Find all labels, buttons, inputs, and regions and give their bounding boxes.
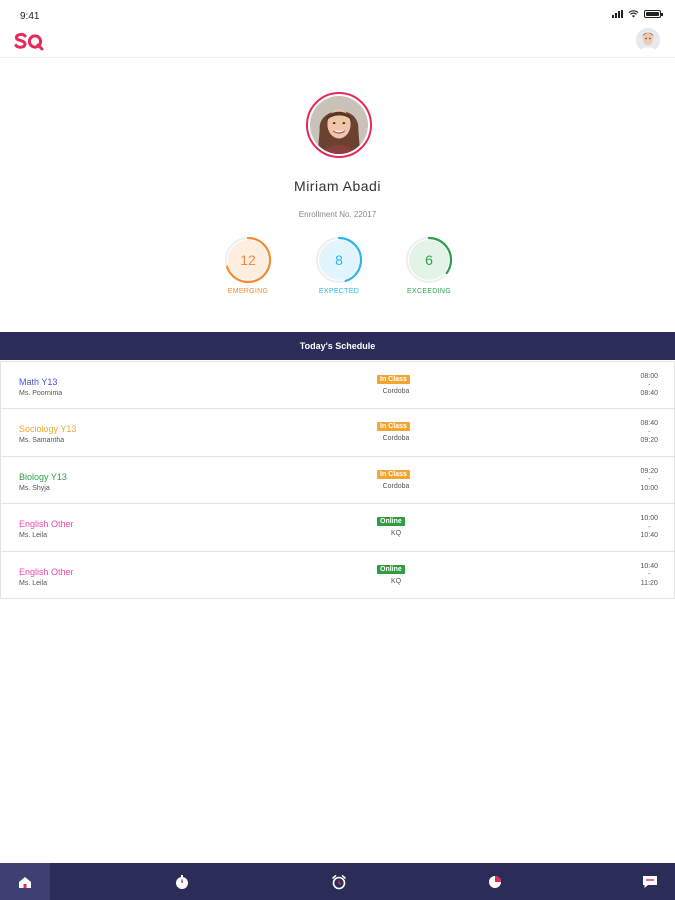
time-separator: - — [648, 523, 651, 531]
tab-home[interactable] — [0, 863, 50, 900]
time-separator: - — [648, 428, 651, 436]
end-time: 10:00 — [640, 484, 658, 492]
mode-badge: Online — [377, 517, 405, 527]
location: Cordoba — [382, 482, 410, 490]
stat-value: 8 — [335, 252, 343, 268]
stat-ring: 8 — [315, 236, 363, 284]
end-time: 11:20 — [640, 579, 658, 587]
stat-expected[interactable]: 8 EXPECTED — [294, 236, 384, 295]
teacher-name: Ms. Leila — [19, 579, 48, 587]
stat-value: 6 — [425, 252, 433, 268]
start-time: 08:00 — [640, 373, 658, 380]
start-time: 09:20 — [640, 467, 658, 475]
time-separator: - — [648, 571, 651, 579]
tab-bar — [0, 863, 675, 900]
time-range: 08:40 - 09:20 — [640, 420, 658, 446]
user-avatar-icon[interactable] — [636, 28, 660, 52]
sq-logo-icon[interactable] — [13, 30, 47, 52]
location: KQ — [390, 530, 402, 538]
subject-name: Sociology Y13 — [19, 424, 77, 435]
time-range: 08:00 - 08:40 — [640, 373, 658, 399]
stopwatch-icon — [176, 874, 188, 889]
schedule-row[interactable]: Biology Y13 Ms. Shyja In Class Cordoba 0… — [0, 456, 675, 505]
profile-photo — [306, 92, 372, 158]
status-bar: 9:41 — [0, 0, 675, 26]
mode-badge: Online — [377, 564, 405, 574]
teacher-name: Ms. Leila — [19, 532, 48, 540]
mode-badge: In Class — [377, 469, 410, 479]
wifi-icon — [628, 10, 639, 18]
profile-photo-image — [310, 96, 368, 154]
schedule-list: Math Y13 Ms. Poornima In Class Cordoba 0… — [0, 361, 675, 599]
mode-badge: In Class — [377, 422, 410, 432]
schedule-row[interactable]: English Other Ms. Leila Online KQ 10:40 … — [0, 551, 675, 599]
subject-name: English Other — [19, 566, 74, 577]
location: Cordoba — [382, 435, 410, 443]
teacher-name: Ms. Shyja — [19, 484, 50, 492]
stat-value: 12 — [240, 252, 256, 268]
schedule-row[interactable]: Math Y13 Ms. Poornima In Class Cordoba 0… — [0, 362, 675, 410]
pie-chart-icon — [489, 875, 501, 888]
schedule-row[interactable]: Sociology Y13 Ms. Samantha In Class Cord… — [0, 409, 675, 457]
subject-name: English Other — [19, 519, 74, 530]
tab-messages[interactable] — [625, 863, 675, 900]
stat-exceeding[interactable]: 6 EXCEEDING — [384, 236, 474, 295]
alarm-clock-icon — [332, 874, 346, 889]
message-icon — [643, 875, 657, 888]
stat-label: EXCEEDING — [407, 288, 451, 295]
end-time: 09:20 — [640, 437, 658, 445]
time-range: 10:00 - 10:40 — [640, 515, 658, 541]
end-time: 08:40 — [640, 390, 658, 397]
status-icons — [612, 10, 663, 18]
teacher-name: Ms. Samantha — [19, 437, 65, 445]
stat-emerging[interactable]: 12 EMERGING — [203, 236, 293, 295]
battery-icon — [644, 10, 663, 18]
teacher-name: Ms. Poornima — [19, 390, 63, 397]
start-time: 10:00 — [640, 515, 658, 523]
signal-icon — [612, 10, 623, 18]
tab-stopwatch[interactable] — [157, 863, 207, 900]
subject-name: Biology Y13 — [19, 471, 67, 482]
start-time: 08:40 — [640, 420, 658, 428]
time-separator: - — [648, 381, 651, 389]
stat-ring: 6 — [405, 236, 453, 284]
location: Cordoba — [382, 388, 410, 395]
time-range: 09:20 - 10:00 — [640, 468, 658, 494]
tab-reports[interactable] — [470, 863, 520, 900]
student-name: Miriam Abadi — [294, 178, 381, 194]
location: KQ — [390, 577, 402, 585]
subject-name: Math Y13 — [19, 377, 58, 387]
schedule-header: Today's Schedule — [0, 332, 675, 360]
time-separator: - — [648, 476, 651, 484]
home-icon — [19, 876, 31, 888]
end-time: 10:40 — [640, 532, 658, 540]
stat-ring: 12 — [224, 236, 272, 284]
enrollment-number: Enrollment No. 22017 — [298, 210, 377, 219]
tab-alarm[interactable] — [314, 863, 364, 900]
start-time: 10:40 — [640, 562, 658, 570]
app-header — [0, 26, 675, 58]
stat-label: EMERGING — [227, 288, 269, 295]
mode-badge: In Class — [377, 375, 410, 384]
status-time: 9:41 — [20, 11, 40, 22]
time-range: 10:40 - 11:20 — [640, 563, 658, 589]
schedule-row[interactable]: English Other Ms. Leila Online KQ 10:00 … — [0, 504, 675, 552]
stat-label: EXPECTED — [318, 288, 360, 295]
